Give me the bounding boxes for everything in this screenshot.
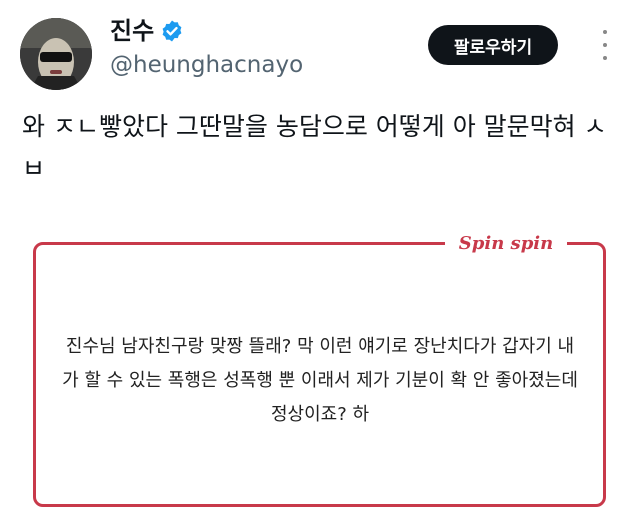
avatar-image: [20, 18, 92, 90]
display-name-row: 진수: [110, 16, 184, 46]
verified-badge-icon: [162, 20, 182, 42]
card-text: 진수님 남자친구랑 맞짱 뜰래? 막 이런 얘기로 장난치다가 갑자기 내가 할…: [62, 336, 578, 425]
user-handle[interactable]: @heunghacnayo: [110, 52, 303, 78]
avatar[interactable]: [20, 18, 92, 90]
more-vertical-icon[interactable]: [598, 30, 612, 60]
follow-button[interactable]: 팔로우하기: [428, 25, 558, 65]
brand-logo: Spin spin: [445, 228, 567, 258]
display-name[interactable]: 진수: [110, 16, 154, 46]
tweet-text: 와 ㅈㄴ빻았다 그딴말을 농담으로 어떻게 아 말문막혀 ㅅㅂ: [22, 112, 607, 183]
